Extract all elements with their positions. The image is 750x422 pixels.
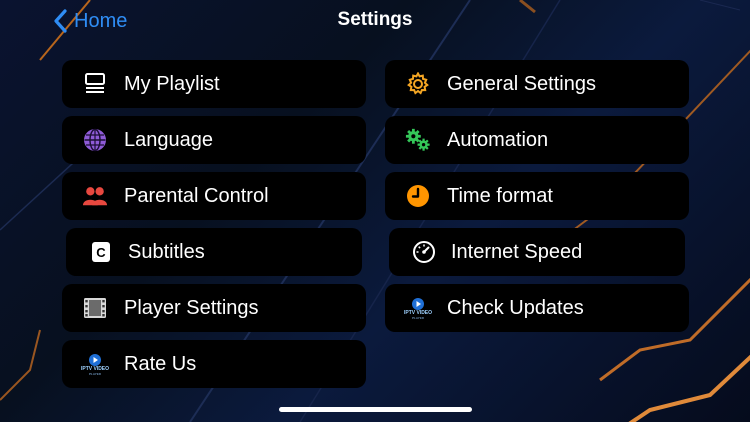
menu-item-label: Internet Speed: [451, 240, 583, 263]
menu-item-label: General Settings: [447, 72, 596, 95]
menu-item-rate-us[interactable]: IPTV VIDEO PLAYER Rate Us: [62, 340, 366, 388]
logo-subtext: PLAYER: [89, 371, 101, 376]
menu-item-internet-speed[interactable]: Internet Speed: [389, 228, 685, 276]
home-indicator[interactable]: [279, 407, 472, 412]
menu-item-time-format[interactable]: Time format: [385, 172, 689, 220]
menu-item-label: Time format: [447, 184, 553, 207]
menu-item-subtitles[interactable]: C Subtitles: [66, 228, 362, 276]
settings-screen: Home Settings My Playlist Language Paren…: [0, 0, 750, 422]
menu-item-label: Player Settings: [124, 296, 259, 319]
app-logo-icon: IPTV VIDEO PLAYER: [81, 351, 109, 377]
clock-icon: [405, 183, 431, 209]
menu-item-label: Automation: [447, 128, 549, 151]
menu-item-label: Subtitles: [128, 240, 205, 263]
menu-item-my-playlist[interactable]: My Playlist: [62, 60, 366, 108]
menu-item-label: Rate Us: [124, 352, 197, 375]
globe-icon: [82, 127, 108, 153]
menu-item-label: Language: [124, 128, 213, 151]
film-icon: [82, 295, 108, 321]
menu-item-parental-control[interactable]: Parental Control: [62, 172, 366, 220]
menu-item-label: Check Updates: [447, 296, 584, 319]
speedometer-icon: [411, 239, 437, 265]
playlist-icon: [82, 71, 108, 97]
menu-item-player-settings[interactable]: Player Settings: [62, 284, 366, 332]
menu-item-automation[interactable]: Automation: [385, 116, 689, 164]
menu-item-label: My Playlist: [124, 72, 220, 95]
menu-item-language[interactable]: Language: [62, 116, 366, 164]
users-icon: [82, 183, 108, 209]
menu-item-general-settings[interactable]: General Settings: [385, 60, 689, 108]
logo-subtext: PLAYER: [412, 315, 424, 320]
app-logo-icon: IPTV VIDEO PLAYER: [404, 295, 432, 321]
menu-item-check-updates[interactable]: IPTV VIDEO PLAYER Check Updates: [385, 284, 689, 332]
page-title: Settings: [337, 9, 413, 30]
gear-icon: [405, 71, 431, 97]
gears-icon: [405, 127, 431, 153]
menu-item-label: Parental Control: [124, 184, 269, 207]
subtitles-icon: C: [88, 239, 114, 265]
svg-text:C: C: [96, 245, 106, 260]
